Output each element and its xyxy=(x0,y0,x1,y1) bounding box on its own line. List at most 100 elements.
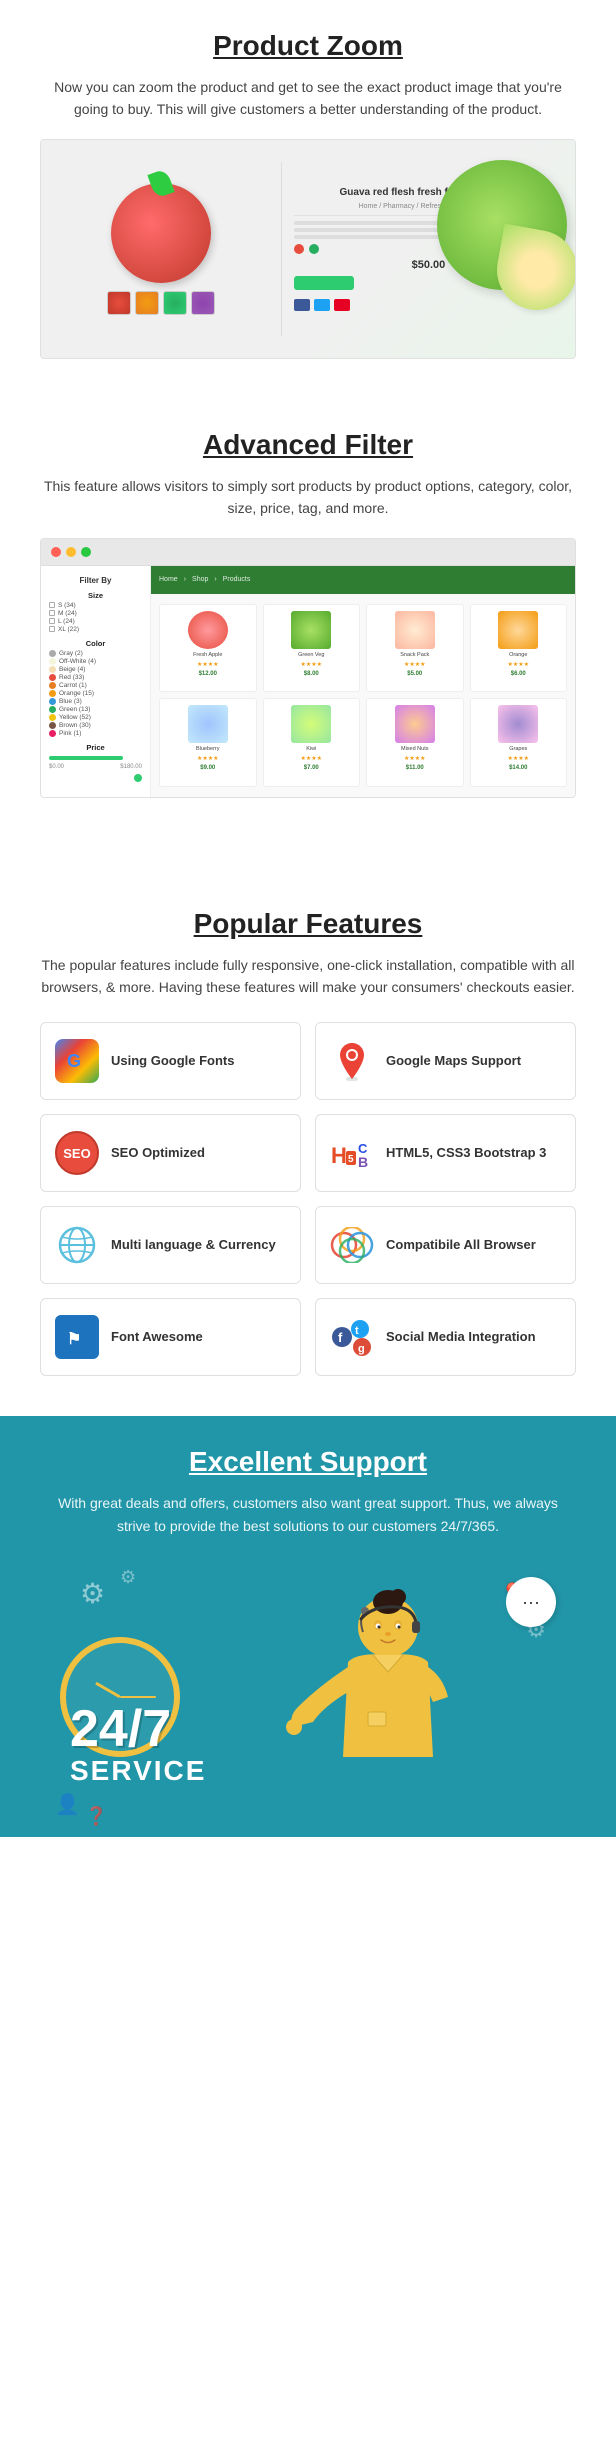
checkbox-m[interactable] xyxy=(49,610,55,616)
dot-orange xyxy=(49,690,56,697)
size-m[interactable]: M (24) xyxy=(49,610,142,617)
tl-minimize[interactable] xyxy=(66,547,76,557)
svg-text:f: f xyxy=(338,1330,343,1345)
svg-text:G: G xyxy=(67,1051,81,1071)
zoom-facebook[interactable] xyxy=(294,299,310,311)
browser-icon-container xyxy=(330,1223,374,1267)
fp4-name: Orange xyxy=(509,652,527,658)
support-247: 24/7 xyxy=(70,1703,206,1755)
feature-font-awesome: ⚑ Font Awesome xyxy=(40,1298,301,1376)
color-blue[interactable]: Blue (3) xyxy=(49,698,142,705)
fp2-price: $8.00 xyxy=(304,671,319,677)
support-service: SERVICE xyxy=(70,1755,206,1787)
color-beige[interactable]: Beige (4) xyxy=(49,666,142,673)
price-min: $0.00 xyxy=(49,764,64,770)
browser-label: Compatibile All Browser xyxy=(386,1236,536,1254)
size-s[interactable]: S (34) xyxy=(49,602,142,609)
tl-maximize[interactable] xyxy=(81,547,91,557)
clock-minute-hand xyxy=(120,1696,156,1698)
filter-main-content: Home › Shop › Products Fresh Apple ★★★★ … xyxy=(151,566,575,797)
fp2-stars: ★★★★ xyxy=(300,661,322,668)
filter-content: Filter By Size S (34) M (24) L (24) XL (… xyxy=(41,566,575,797)
multilang-label: Multi language & Currency xyxy=(111,1236,276,1254)
color-offwhite[interactable]: Off-White (4) xyxy=(49,658,142,665)
price-handle[interactable] xyxy=(134,774,142,782)
dot-offwhite xyxy=(49,658,56,665)
fp6-stars: ★★★★ xyxy=(300,755,322,762)
color-gray[interactable]: Gray (2) xyxy=(49,650,142,657)
dot-brown xyxy=(49,722,56,729)
filter-product-2[interactable]: Green Veg ★★★★ $8.00 xyxy=(263,604,361,693)
filter-product-1[interactable]: Fresh Apple ★★★★ $12.00 xyxy=(159,604,257,693)
checkbox-xl[interactable] xyxy=(49,626,55,632)
fp7-stars: ★★★★ xyxy=(404,755,426,762)
filter-product-8[interactable]: Grapes ★★★★ $14.00 xyxy=(470,698,568,787)
svg-text:5: 5 xyxy=(348,1154,354,1165)
fa-svg: ⚑ xyxy=(62,1322,92,1352)
nav-shop[interactable]: Shop xyxy=(192,576,208,583)
feature-google-fonts: G Using Google Fonts xyxy=(40,1022,301,1100)
nav-sep2: › xyxy=(214,576,216,583)
color-carrot[interactable]: Carrot (1) xyxy=(49,682,142,689)
google-fonts-icon-container: G xyxy=(55,1039,99,1083)
browser-svg xyxy=(330,1227,374,1263)
nav-products[interactable]: Products xyxy=(223,576,251,583)
feature-seo: SEO SEO Optimized xyxy=(40,1114,301,1192)
price-bar xyxy=(49,756,123,760)
size-l[interactable]: L (24) xyxy=(49,618,142,625)
dot-red xyxy=(49,674,56,681)
zoom-pinterest[interactable] xyxy=(334,299,350,311)
zoom-thumb-4 xyxy=(191,291,215,315)
color-red[interactable]: Red (33) xyxy=(49,674,142,681)
checkbox-l[interactable] xyxy=(49,618,55,624)
filter-product-6[interactable]: Kiwi ★★★★ $7.00 xyxy=(263,698,361,787)
fp7-img xyxy=(395,705,435,743)
feature-google-maps: Google Maps Support xyxy=(315,1022,576,1100)
fp8-name: Grapes xyxy=(509,746,527,752)
color-orange[interactable]: Orange (15) xyxy=(49,690,142,697)
color-brown[interactable]: Brown (30) xyxy=(49,722,142,729)
size-xl[interactable]: XL (22) xyxy=(49,626,142,633)
html5-icon: H 5 C B xyxy=(330,1131,374,1175)
google-fonts-icon: G xyxy=(55,1039,99,1083)
zoom-twitter[interactable] xyxy=(314,299,330,311)
dot-green xyxy=(49,706,56,713)
color-green[interactable]: Green (13) xyxy=(49,706,142,713)
fp5-img xyxy=(188,705,228,743)
filter-product-4[interactable]: Orange ★★★★ $6.00 xyxy=(470,604,568,693)
user-icon: 👤 xyxy=(55,1792,80,1817)
spacer-1 xyxy=(0,379,616,409)
nav-home[interactable]: Home xyxy=(159,576,178,583)
zoom-left-panel xyxy=(41,140,281,358)
color-red[interactable] xyxy=(294,244,304,254)
fp4-stars: ★★★★ xyxy=(507,661,529,668)
gear-icon-small: ⚙ xyxy=(120,1567,136,1588)
tl-close[interactable] xyxy=(51,547,61,557)
svg-text:g: g xyxy=(358,1343,365,1355)
globe-icon xyxy=(55,1223,99,1267)
filter-product-5[interactable]: Blueberry ★★★★ $9.00 xyxy=(159,698,257,787)
checkbox-s[interactable] xyxy=(49,602,55,608)
support-247-text: 24/7 SERVICE xyxy=(70,1703,206,1787)
seo-label: SEO Optimized xyxy=(111,1144,205,1162)
filter-product-7[interactable]: Mixed Nuts ★★★★ $11.00 xyxy=(366,698,464,787)
dot-gray xyxy=(49,650,56,657)
social-icon-container: f t g xyxy=(330,1315,374,1359)
dot-pink xyxy=(49,730,56,737)
color-pink[interactable]: Pink (1) xyxy=(49,730,142,737)
feature-multilang: Multi language & Currency xyxy=(40,1206,301,1284)
svg-text:⚑: ⚑ xyxy=(67,1331,81,1348)
filter-topbar: Home › Shop › Products xyxy=(151,566,575,594)
fp5-price: $9.00 xyxy=(200,765,215,771)
svg-text:H: H xyxy=(331,1143,347,1168)
globe-svg xyxy=(57,1225,97,1265)
zoom-add-to-cart[interactable] xyxy=(294,276,354,290)
html5-label: HTML5, CSS3 Bootstrap 3 xyxy=(386,1144,546,1162)
color-green[interactable] xyxy=(309,244,319,254)
filter-product-3[interactable]: Snack Pack ★★★★ $5.00 xyxy=(366,604,464,693)
zoom-thumbnails xyxy=(107,291,215,315)
color-yellow[interactable]: Yellow (52) xyxy=(49,714,142,721)
google-maps-icon xyxy=(330,1039,374,1083)
html5-svg: H 5 C B xyxy=(330,1131,374,1175)
maps-pin-svg xyxy=(334,1041,370,1081)
